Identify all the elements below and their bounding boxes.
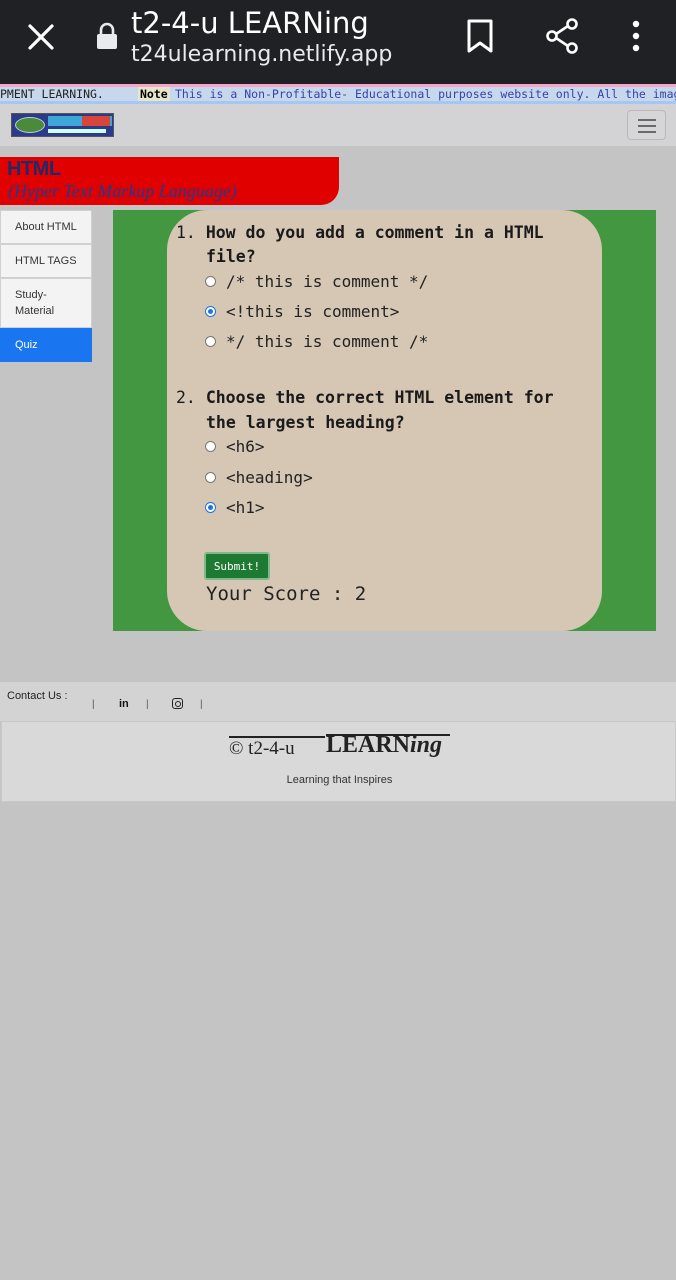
radio-button[interactable] xyxy=(205,441,216,452)
option-label: <heading> xyxy=(226,468,313,487)
bookmark-icon[interactable] xyxy=(466,18,494,54)
side-menu-item-quiz[interactable]: Quiz xyxy=(0,328,92,362)
side-menu-item-label: Material xyxy=(15,305,55,317)
side-menu-item-about-html[interactable]: About HTML xyxy=(0,210,92,244)
option-label: <!this is comment> xyxy=(226,302,400,321)
q1-option-3[interactable]: */ this is comment /* xyxy=(205,332,428,351)
option-label: <h1> xyxy=(226,498,265,517)
contact-label: Contact Us : xyxy=(7,690,68,702)
question-2-line-2: the largest heading? xyxy=(206,413,405,432)
question-2: 2. Choose the correct HTML element for xyxy=(176,386,554,410)
site-navbar xyxy=(0,104,676,146)
page-banner: HTML (Hyper Text Markup Language) xyxy=(0,157,339,205)
instagram-icon[interactable] xyxy=(172,698,183,709)
option-label: <h6> xyxy=(226,437,265,456)
browser-toolbar: t2-4-u LEARNing t24ulearning.netlify.app xyxy=(0,0,676,84)
q2-option-1[interactable]: <h6> xyxy=(205,437,265,456)
score-text: Your Score : 2 xyxy=(206,583,367,605)
linkedin-icon[interactable]: in xyxy=(119,698,129,710)
contact-bar: Contact Us : | in | | xyxy=(0,682,676,721)
share-icon[interactable] xyxy=(544,17,580,55)
site-logo[interactable] xyxy=(11,113,114,137)
option-label: */ this is comment /* xyxy=(226,332,429,351)
marquee-message: This is a Non-Profitable- Educational pu… xyxy=(175,87,676,101)
radio-button-selected[interactable] xyxy=(205,502,216,513)
question-number: 2. xyxy=(176,388,196,407)
close-icon[interactable] xyxy=(22,18,60,56)
browser-url[interactable]: t24ulearning.netlify.app xyxy=(131,42,392,67)
lock-icon xyxy=(97,22,117,49)
marquee-note-label: Note xyxy=(138,87,170,101)
footer-copyright: © t2-4-u xyxy=(229,736,325,760)
browser-page-title: t2-4-u LEARNing xyxy=(131,6,369,40)
copyright-text: © t2-4-u xyxy=(229,738,295,759)
more-options-icon[interactable] xyxy=(626,18,646,54)
radio-button[interactable] xyxy=(205,472,216,483)
footer-brand: LEARNing xyxy=(326,732,450,759)
banner-title: HTML xyxy=(7,158,61,180)
radio-button[interactable] xyxy=(205,336,216,347)
notice-marquee: PMENT LEARNING. Note This is a Non-Profi… xyxy=(0,84,676,104)
radio-button-selected[interactable] xyxy=(205,306,216,317)
divider: | xyxy=(200,699,203,710)
question-1-line-2: file? xyxy=(206,247,256,266)
option-label: /* this is comment */ xyxy=(226,272,429,291)
question-number: 1. xyxy=(176,223,196,242)
divider: | xyxy=(92,699,95,710)
q1-option-2[interactable]: <!this is comment> xyxy=(205,302,399,321)
q1-option-1[interactable]: /* this is comment */ xyxy=(205,272,428,291)
q2-option-2[interactable]: <heading> xyxy=(205,468,313,487)
banner-subtitle: (Hyper Text Markup Language) xyxy=(8,181,237,201)
site-footer: © t2-4-u LEARNing Learning that Inspires xyxy=(1,721,676,802)
menu-toggle-button[interactable] xyxy=(627,110,666,140)
side-menu-item-label: Study- xyxy=(15,289,47,301)
footer-tagline: Learning that Inspires xyxy=(286,774,393,786)
question-text: How do you add a comment in a HTML xyxy=(205,223,544,242)
divider: | xyxy=(146,699,149,710)
side-menu-item-html-tags[interactable]: HTML TAGS xyxy=(0,244,92,278)
marquee-prefix: PMENT LEARNING. xyxy=(0,87,104,101)
q2-option-3[interactable]: <h1> xyxy=(205,498,265,517)
side-menu-item-study-material[interactable]: Study- Material xyxy=(0,278,92,328)
side-menu: About HTML HTML TAGS Study- Material Qui… xyxy=(0,210,92,362)
question-text: Choose the correct HTML element for xyxy=(205,388,554,407)
submit-button[interactable]: Submit! xyxy=(204,552,270,580)
question-1: 1. How do you add a comment in a HTML xyxy=(176,221,544,245)
radio-button[interactable] xyxy=(205,276,216,287)
